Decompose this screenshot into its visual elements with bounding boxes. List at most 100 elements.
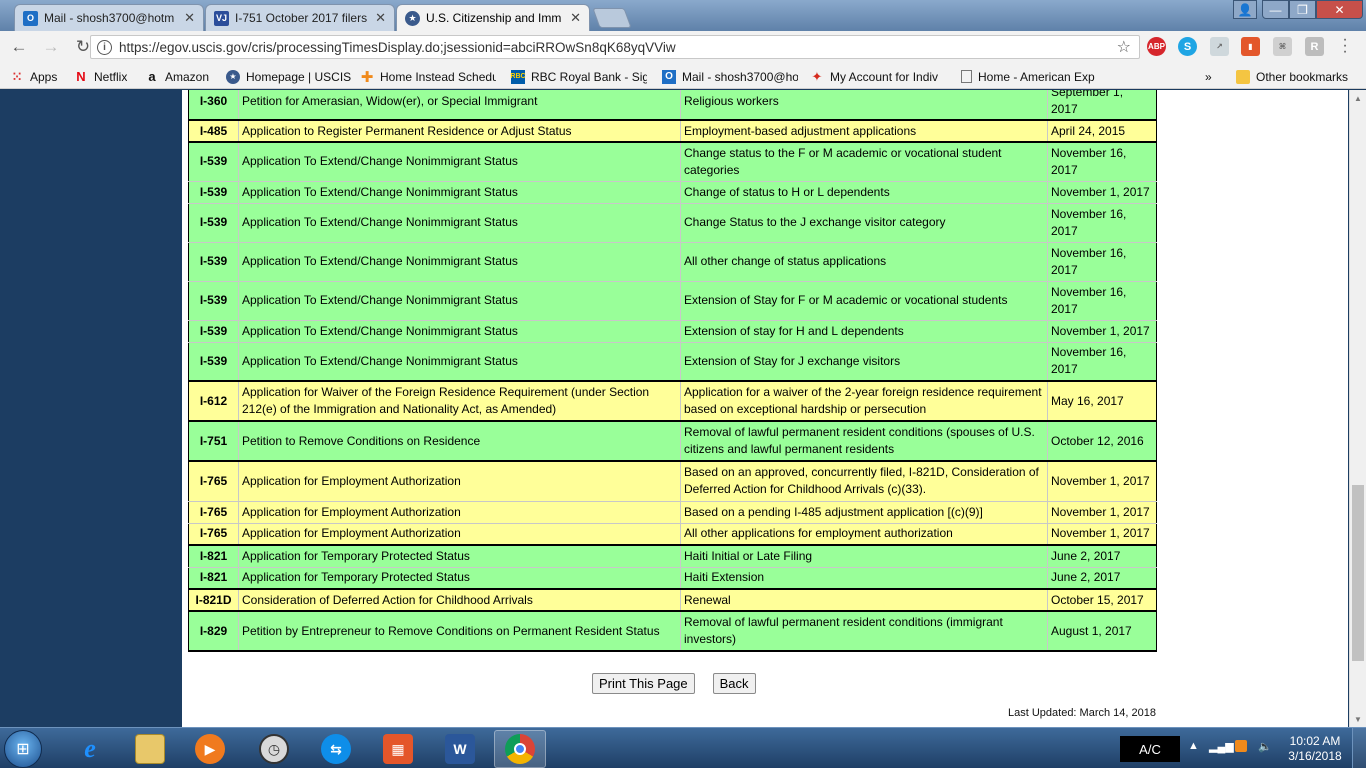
- form-number-cell: I-765: [188, 460, 239, 502]
- form-title-cell: Application To Extend/Change Nonimmigran…: [238, 280, 681, 321]
- processing-date-cell: November 16, 2017: [1047, 280, 1157, 321]
- netflix-icon: N: [76, 69, 86, 84]
- adblock-icon[interactable]: ABP: [1147, 37, 1166, 56]
- classification-cell: Religious workers: [680, 90, 1048, 121]
- table-row: I-821D Consideration of Deferred Action f…: [188, 588, 1157, 612]
- scroll-down-arrow-icon[interactable]: ▼: [1350, 711, 1366, 727]
- form-number-cell: I-539: [188, 180, 239, 204]
- chrome-icon[interactable]: [494, 730, 546, 768]
- back-arrow-icon[interactable]: ←: [6, 34, 32, 60]
- close-icon[interactable]: ✕: [375, 10, 386, 26]
- office-icon[interactable]: ▮: [1241, 37, 1260, 56]
- page-viewport: I-360 Petition for Amerasian, Widow(er), …: [0, 90, 1366, 727]
- processing-date-cell: October 15, 2017: [1047, 588, 1157, 612]
- form-title-cell: Application for Employment Authorization: [238, 522, 681, 546]
- tab-title: U.S. Citizenship and Imm: [426, 11, 562, 25]
- processing-date-cell: November 1, 2017: [1047, 500, 1157, 524]
- print-page-button[interactable]: Print This Page: [592, 673, 695, 694]
- tray-app-icon[interactable]: [1235, 740, 1247, 752]
- bookmark-rbc[interactable]: RBC RBC Royal Bank - Sig: [510, 68, 647, 85]
- bookmark-home-instead[interactable]: ✚ Home Instead Schedu: [360, 68, 496, 86]
- media-player-icon[interactable]: ▶: [184, 730, 236, 768]
- form-number-cell: I-539: [188, 341, 239, 382]
- form-title-cell: Application To Extend/Change Nonimmigran…: [238, 241, 681, 282]
- processing-date-cell: September 1, 2017: [1047, 90, 1157, 121]
- processing-date-cell: November 16, 2017: [1047, 141, 1157, 182]
- other-bookmarks[interactable]: Other bookmarks: [1236, 68, 1348, 85]
- bookmark-netflix[interactable]: N Netflix: [74, 68, 127, 85]
- classification-cell: Change of status to H or L dependents: [680, 180, 1048, 204]
- ac-indicator[interactable]: A/C: [1120, 736, 1180, 762]
- bookmarks-overflow[interactable]: »: [1205, 68, 1212, 85]
- close-icon[interactable]: ✕: [570, 10, 581, 26]
- close-icon[interactable]: ✕: [184, 10, 195, 26]
- classification-cell: Extension of Stay for J exchange visitor…: [680, 341, 1048, 382]
- maximize-button[interactable]: ❐: [1289, 0, 1316, 19]
- close-window-button[interactable]: ✕: [1316, 0, 1363, 19]
- bookmark-mail[interactable]: O Mail - shosh3700@ho: [662, 68, 798, 85]
- tab-strip: O Mail - shosh3700@hotm ✕ VJ I-751 Octob…: [0, 0, 1366, 31]
- bookmark-amex[interactable]: Home - American Exp: [961, 68, 1097, 85]
- table-row: I-539 Application To Extend/Change Nonimm…: [188, 341, 1157, 382]
- classification-cell: Extension of stay for H and L dependents: [680, 319, 1048, 343]
- extension-r-icon[interactable]: R: [1305, 37, 1324, 56]
- volume-icon[interactable]: 🔈: [1258, 740, 1272, 753]
- info-icon[interactable]: i: [97, 39, 112, 55]
- user-icon[interactable]: 👤: [1233, 0, 1257, 19]
- tab-mail[interactable]: O Mail - shosh3700@hotm ✕: [14, 4, 204, 31]
- menu-icon[interactable]: · · ·: [1340, 32, 1350, 60]
- teamviewer-icon[interactable]: ⇆: [310, 730, 362, 768]
- bookmark-label: Amazon: [165, 69, 210, 84]
- dhs-seal-icon: ★: [405, 10, 420, 26]
- minimize-button[interactable]: —: [1262, 0, 1289, 19]
- bookmark-label: Netflix: [94, 69, 128, 84]
- classification-cell: Application for a waiver of the 2-year f…: [680, 380, 1048, 422]
- scrollbar-thumb[interactable]: [1352, 485, 1364, 661]
- form-number-cell: I-360: [188, 90, 239, 121]
- address-bar[interactable]: i https://egov.uscis.gov/cris/processing…: [90, 35, 1140, 59]
- pdf-icon[interactable]: ⌘: [1273, 37, 1292, 56]
- back-button[interactable]: Back: [712, 673, 756, 694]
- classification-cell: Based on a pending I-485 adjustment appl…: [680, 500, 1048, 524]
- tab-title: I-751 October 2017 filers: [235, 11, 368, 25]
- form-title-cell: Petition by Entrepreneur to Remove Condi…: [238, 610, 681, 652]
- scroll-up-arrow-icon[interactable]: ▲: [1350, 90, 1366, 106]
- form-title-cell: Petition to Remove Conditions on Residen…: [238, 420, 681, 462]
- extension-icon[interactable]: ↗: [1210, 37, 1229, 56]
- last-updated-text: Last Updated: March 14, 2018: [1008, 707, 1156, 719]
- file-explorer-icon[interactable]: [124, 730, 176, 768]
- processing-date-cell: April 24, 2015: [1047, 119, 1157, 143]
- forward-arrow-icon[interactable]: →: [38, 34, 64, 60]
- new-tab-button[interactable]: [592, 8, 632, 28]
- bookmark-my-account[interactable]: ✦ My Account for Indiv: [810, 68, 946, 85]
- form-number-cell: I-485: [188, 119, 239, 143]
- presentation-app-icon[interactable]: ▦: [372, 730, 424, 768]
- table-row: I-539 Application To Extend/Change Nonimm…: [188, 319, 1157, 343]
- bookmark-uscis[interactable]: ★ Homepage | USCIS: [226, 68, 351, 85]
- tab-uscis[interactable]: ★ U.S. Citizenship and Imm ✕: [396, 4, 590, 31]
- tab-title: Mail - shosh3700@hotm: [44, 11, 175, 25]
- show-desktop-button[interactable]: [1352, 728, 1366, 768]
- form-number-cell: I-539: [188, 141, 239, 182]
- word-icon[interactable]: W: [434, 730, 486, 768]
- skype-icon[interactable]: S: [1178, 37, 1197, 56]
- tab-i751-filers[interactable]: VJ I-751 October 2017 filers ✕: [205, 4, 395, 31]
- classification-cell: Change Status to the J exchange visitor …: [680, 202, 1048, 243]
- processing-date-cell: May 16, 2017: [1047, 380, 1157, 422]
- start-button[interactable]: ⊞: [4, 730, 42, 768]
- system-clock[interactable]: 10:02 AM 3/16/2018: [1284, 734, 1346, 764]
- internet-explorer-icon[interactable]: e: [64, 730, 116, 768]
- clock-app-icon[interactable]: ◷: [248, 730, 300, 768]
- vertical-scrollbar[interactable]: ▲ ▼: [1349, 90, 1366, 727]
- classification-cell: Haiti Extension: [680, 566, 1048, 590]
- tray-expand-icon[interactable]: ▲: [1188, 740, 1199, 752]
- signal-icon[interactable]: ▂▄▆: [1209, 740, 1234, 753]
- form-title-cell: Application for Temporary Protected Stat…: [238, 566, 681, 590]
- classification-cell: Extension of Stay for F or M academic or…: [680, 280, 1048, 321]
- bookmark-amazon[interactable]: a Amazon: [145, 68, 209, 85]
- browser-toolbar: ← → ↻ i https://egov.uscis.gov/cris/proc…: [0, 31, 1366, 63]
- bookmarks-bar: ⁙ Apps N Netflix a Amazon ★ Homepage | U…: [0, 63, 1366, 89]
- bookmark-apps[interactable]: ⁙ Apps: [10, 68, 57, 85]
- bookmark-star-icon[interactable]: ☆: [1117, 37, 1131, 57]
- form-number-cell: I-539: [188, 202, 239, 243]
